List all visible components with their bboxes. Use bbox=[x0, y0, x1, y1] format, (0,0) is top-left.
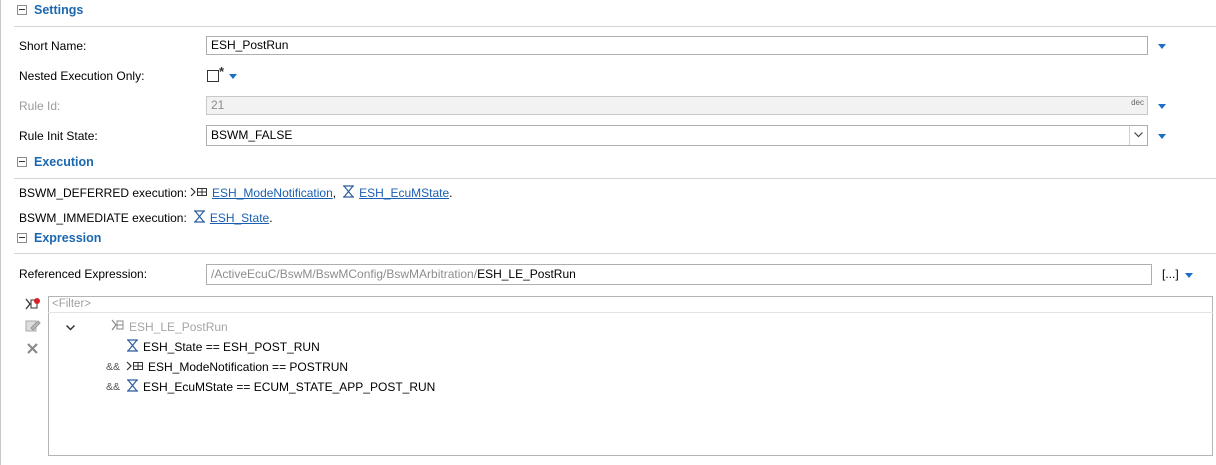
expression-tree: ESH_LE_PostRun ESH_State == ESH_POST_RUN… bbox=[65, 317, 666, 397]
chevron-down-icon bbox=[1134, 132, 1143, 138]
section-divider bbox=[14, 26, 1216, 27]
referenced-expression-label: Referenced Expression: bbox=[19, 267, 148, 281]
dropdown-arrow-icon[interactable] bbox=[1158, 134, 1166, 139]
rule-init-state-value: BSWM_FALSE bbox=[211, 128, 293, 142]
tree-child-row[interactable]: ESH_State == ESH_POST_RUN bbox=[66, 337, 666, 357]
esh-state-link[interactable]: ESH_State bbox=[210, 211, 269, 225]
rule-id-input[interactable]: 21 dec bbox=[206, 96, 1148, 115]
expression-section-header[interactable]: Expression bbox=[17, 231, 101, 245]
rule-init-state-select[interactable]: BSWM_FALSE bbox=[206, 125, 1148, 146]
execution-section-header[interactable]: Execution bbox=[17, 155, 94, 169]
edit-icon[interactable] bbox=[25, 318, 41, 336]
short-name-input[interactable]: ESH_PostRun bbox=[206, 36, 1148, 55]
deferred-execution-row: BSWM_DEFERRED execution: ESH_ModeNotific… bbox=[19, 185, 453, 201]
terminator: . bbox=[449, 186, 453, 200]
section-divider bbox=[14, 253, 1216, 254]
collapse-icon[interactable] bbox=[17, 233, 27, 243]
add-icon[interactable] bbox=[25, 297, 41, 314]
logical-expression-icon bbox=[111, 319, 125, 335]
mode-request-icon bbox=[126, 360, 144, 374]
immediate-execution-row: BSWM_IMMEDIATE execution: ESH_State . bbox=[19, 210, 273, 226]
tree-child-label: ESH_State == ESH_POST_RUN bbox=[143, 340, 320, 354]
combo-button[interactable] bbox=[1129, 126, 1147, 145]
hourglass-icon bbox=[193, 210, 206, 226]
chevron-down-icon[interactable] bbox=[65, 320, 111, 334]
tree-child-row[interactable]: && ESH_EcuMState == ECUM_STATE_APP_POST_… bbox=[66, 377, 666, 397]
left-border bbox=[0, 0, 1, 465]
rule-id-unit: dec bbox=[1131, 98, 1144, 107]
filter-input[interactable]: <Filter> bbox=[48, 296, 1213, 313]
terminator: . bbox=[269, 211, 273, 225]
tree-child-row[interactable]: && ESH_ModeNotification == POSTRUN bbox=[66, 357, 666, 377]
expression-title: Expression bbox=[34, 231, 102, 245]
ref-path-prefix: /ActiveEcuC/BswM/BswMConfig/BswMArbitrat… bbox=[211, 267, 478, 281]
rule-id-value: 21 bbox=[211, 98, 225, 112]
mode-notification-link[interactable]: ESH_ModeNotification bbox=[212, 186, 333, 200]
nested-default-marker: * bbox=[219, 64, 225, 79]
rule-id-label: Rule Id: bbox=[19, 99, 61, 113]
hourglass-icon bbox=[126, 379, 139, 395]
section-divider bbox=[14, 178, 1216, 179]
dropdown-arrow-icon[interactable] bbox=[1158, 104, 1166, 109]
operator: && bbox=[106, 361, 121, 373]
collapse-icon[interactable] bbox=[17, 157, 27, 167]
nested-execution-label: Nested Execution Only: bbox=[19, 69, 145, 83]
tree-child-label: ESH_ModeNotification == POSTRUN bbox=[148, 360, 349, 374]
nested-execution-checkbox[interactable] bbox=[207, 70, 219, 82]
settings-section-header[interactable]: Settings bbox=[17, 3, 83, 17]
mode-request-icon bbox=[190, 186, 208, 200]
separator: , bbox=[332, 186, 337, 200]
dropdown-arrow-icon[interactable] bbox=[229, 74, 237, 79]
dropdown-arrow-icon[interactable] bbox=[1185, 273, 1193, 278]
deferred-label: BSWM_DEFERRED execution: bbox=[19, 186, 188, 200]
short-name-value: ESH_PostRun bbox=[211, 38, 289, 52]
execution-title: Execution bbox=[34, 155, 94, 169]
rule-init-state-label: Rule Init State: bbox=[19, 129, 98, 143]
hourglass-icon bbox=[126, 339, 139, 355]
browse-button[interactable]: [...] bbox=[1162, 267, 1179, 281]
ref-path-name: ESH_LE_PostRun bbox=[477, 267, 576, 281]
hourglass-icon bbox=[342, 185, 355, 201]
tree-child-label: ESH_EcuMState == ECUM_STATE_APP_POST_RUN bbox=[143, 380, 436, 394]
short-name-label: Short Name: bbox=[19, 39, 87, 53]
settings-title: Settings bbox=[34, 3, 84, 17]
collapse-icon[interactable] bbox=[17, 5, 27, 15]
ecum-state-link[interactable]: ESH_EcuMState bbox=[359, 186, 449, 200]
dropdown-arrow-icon[interactable] bbox=[1158, 44, 1166, 49]
operator: && bbox=[106, 381, 121, 393]
delete-icon[interactable] bbox=[26, 342, 39, 358]
tree-root-row[interactable]: ESH_LE_PostRun bbox=[65, 317, 666, 337]
immediate-label: BSWM_IMMEDIATE execution: bbox=[19, 211, 187, 225]
referenced-expression-field[interactable]: /ActiveEcuC/BswM/BswMConfig/BswMArbitrat… bbox=[206, 264, 1152, 285]
tree-root-label: ESH_LE_PostRun bbox=[129, 320, 228, 334]
